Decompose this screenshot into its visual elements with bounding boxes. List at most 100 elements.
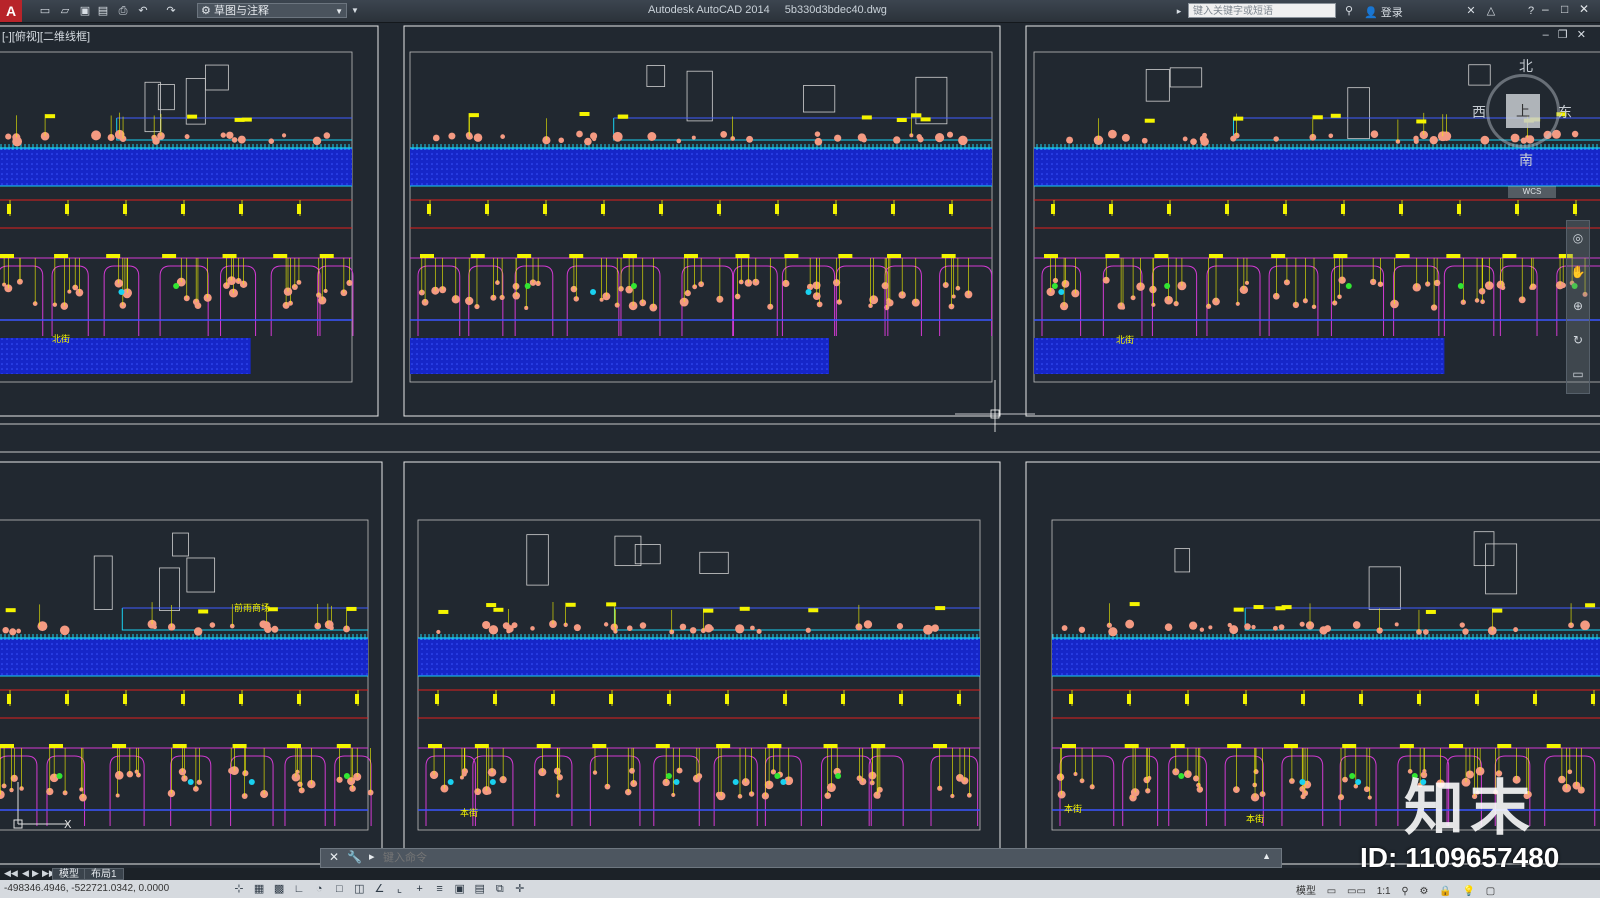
- snap-icon[interactable]: ▦: [252, 882, 266, 896]
- minimize-icon[interactable]: –: [1537, 2, 1553, 16]
- command-history-icon[interactable]: ▲: [1262, 851, 1271, 861]
- zoom-icon[interactable]: ⊕: [1567, 289, 1589, 323]
- plant-symbol-cyan: [118, 289, 125, 295]
- plant-symbol-cyan: [1299, 779, 1306, 785]
- maximize-icon[interactable]: □: [1557, 2, 1573, 16]
- plant-symbol: [271, 625, 279, 633]
- plant-label: [0, 744, 14, 748]
- annotation-monitor-icon[interactable]: ✛: [513, 882, 527, 896]
- tab-model[interactable]: 模型: [52, 868, 86, 880]
- plant-symbol-cyan: [187, 779, 194, 785]
- compass-north[interactable]: 北: [1519, 56, 1533, 76]
- drawing-canvas[interactable]: X: [0, 22, 1600, 870]
- lock-icon[interactable]: 🔒: [1439, 886, 1451, 897]
- a360-icon[interactable]: △: [1484, 4, 1498, 18]
- plant-label: [871, 744, 886, 748]
- print-icon[interactable]: ⎙: [116, 4, 130, 18]
- command-input[interactable]: [383, 851, 1243, 865]
- dimension-text: [899, 694, 903, 704]
- osnap-icon[interactable]: □: [332, 882, 346, 896]
- clean-screen-icon[interactable]: ▢: [1486, 886, 1495, 897]
- dimension-text: [1069, 694, 1073, 704]
- dimension-text: [1457, 204, 1461, 214]
- exchange-icon[interactable]: ✕: [1464, 4, 1478, 18]
- infer-constraints-icon[interactable]: ⊹: [232, 882, 246, 896]
- 3d-osnap-icon[interactable]: ◫: [352, 882, 366, 896]
- showmotion-icon[interactable]: ▭: [1567, 357, 1589, 391]
- plant-label: [1449, 744, 1464, 748]
- close-icon[interactable]: ✕: [1576, 2, 1592, 16]
- dyn-icon[interactable]: +: [413, 882, 427, 896]
- quick-properties-icon[interactable]: ▤: [473, 882, 487, 896]
- orbit-icon[interactable]: ↻: [1567, 323, 1589, 357]
- plant-label: [319, 254, 334, 258]
- binoculars-icon[interactable]: ⚲: [1342, 4, 1356, 18]
- first-tab-icon[interactable]: ◀◀: [4, 868, 18, 879]
- watermark-logo: 知末: [1404, 774, 1536, 844]
- selection-cycling-icon[interactable]: ⧉: [493, 882, 507, 896]
- search-expand-icon[interactable]: ▸: [1172, 4, 1186, 18]
- plant-label: [1546, 744, 1561, 748]
- dimension-text: [1475, 694, 1479, 704]
- plant-symbol: [1423, 629, 1429, 635]
- isolate-icon[interactable]: 💡: [1462, 886, 1474, 897]
- tab-layout1[interactable]: 布局1: [84, 868, 124, 880]
- plant-symbol: [488, 625, 499, 635]
- annotation-scale-label[interactable]: 1:1: [1377, 886, 1391, 897]
- open-file-icon[interactable]: ▱: [58, 4, 72, 18]
- prev-tab-icon[interactable]: ◀: [22, 868, 29, 879]
- building-outline: [172, 532, 189, 557]
- grid-icon[interactable]: ▩: [272, 882, 286, 896]
- plant-symbol: [814, 131, 821, 137]
- layout-view-icon[interactable]: ▭▭: [1347, 886, 1366, 897]
- plant-label: [1275, 606, 1286, 611]
- lineweight-icon[interactable]: ≡: [433, 882, 447, 896]
- ortho-icon[interactable]: ∟: [292, 882, 306, 896]
- search-input[interactable]: 键入关键字或短语: [1188, 3, 1336, 18]
- polar-icon[interactable]: ◔: [312, 882, 326, 896]
- new-file-icon[interactable]: ▭: [38, 4, 52, 18]
- autocad-logo-icon[interactable]: A: [0, 0, 22, 22]
- plant-label: [486, 603, 497, 608]
- ducs-icon[interactable]: ⌞: [393, 882, 407, 896]
- plant-label: [420, 254, 434, 258]
- steering-wheel-icon[interactable]: ◎: [1567, 221, 1589, 255]
- plant-symbol: [502, 622, 510, 630]
- next-tab-icon[interactable]: ▶: [32, 868, 39, 879]
- transparency-icon[interactable]: ▣: [453, 882, 467, 896]
- plant-symbol: [5, 133, 12, 140]
- annotation-visibility-icon[interactable]: ⚲: [1401, 886, 1408, 897]
- compass-west[interactable]: 西: [1472, 102, 1486, 122]
- plant-label: [1425, 609, 1436, 614]
- planting-bay: [468, 265, 504, 336]
- help-icon[interactable]: ?: [1524, 4, 1538, 18]
- quick-access-menu-icon[interactable]: ▼: [348, 4, 362, 18]
- viewcube[interactable]: 北 西 东 南 上: [1468, 54, 1578, 168]
- close-icon[interactable]: ✕: [329, 850, 339, 864]
- wrench-icon[interactable]: 🔧: [347, 850, 362, 864]
- redo-icon[interactable]: ↷: [164, 4, 178, 18]
- window-title: Autodesk AutoCAD 2014 5b330d3bdec40.dwg: [648, 4, 899, 16]
- quick-view-icon[interactable]: ▭: [1327, 886, 1336, 897]
- save-as-icon[interactable]: ▤: [96, 4, 110, 18]
- compass-south[interactable]: 南: [1519, 150, 1533, 170]
- pan-icon[interactable]: ✋: [1567, 255, 1589, 289]
- plant-symbol-green: [1164, 283, 1171, 289]
- login-button[interactable]: 👤 登录: [1364, 4, 1403, 20]
- undo-icon[interactable]: ↶: [136, 4, 150, 18]
- workspace-dropdown[interactable]: ⚙ 草图与注释 ▼: [197, 3, 347, 18]
- wcs-menu[interactable]: WCS: [1508, 186, 1556, 198]
- street-label: 本街: [460, 808, 479, 818]
- compass-east[interactable]: 东: [1558, 102, 1572, 122]
- otrack-icon[interactable]: ∠: [372, 882, 386, 896]
- plant-label: [468, 113, 479, 118]
- plant-symbol: [209, 622, 216, 628]
- plant-symbol: [750, 625, 755, 631]
- save-icon[interactable]: ▣: [78, 4, 92, 18]
- building-outline: [699, 551, 729, 574]
- plant-symbol-cyan: [248, 779, 255, 785]
- model-space-label[interactable]: 模型: [1296, 886, 1316, 897]
- dimension-text: [435, 694, 439, 704]
- workspace-switch-icon[interactable]: ⚙: [1420, 886, 1429, 897]
- viewcube-top-face[interactable]: 上: [1506, 94, 1540, 128]
